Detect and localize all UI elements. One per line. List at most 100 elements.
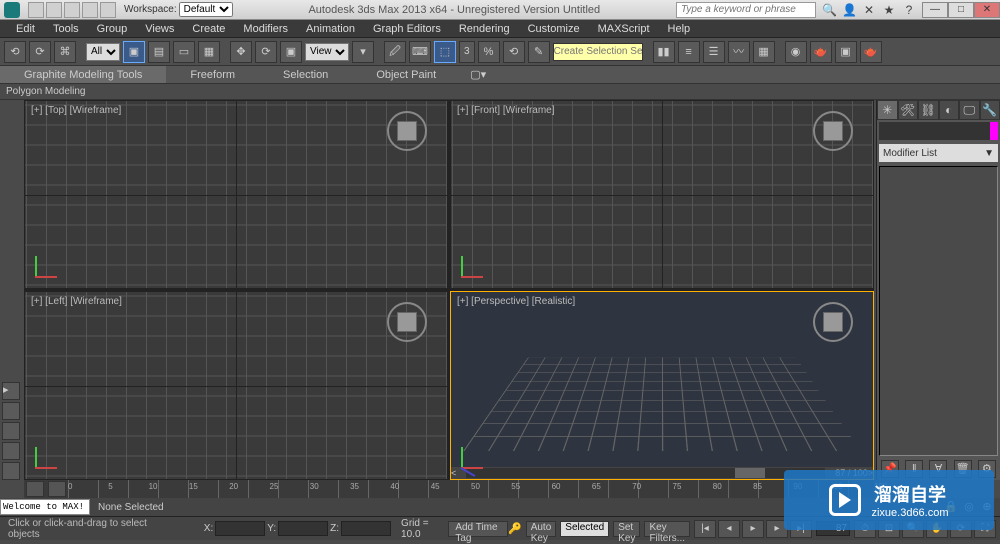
refcoord-select[interactable]: View [305, 43, 349, 61]
unlink-icon[interactable]: ⟳ [29, 41, 51, 63]
qat-save-icon[interactable] [64, 2, 80, 18]
autokey-button[interactable]: Auto Key [526, 521, 557, 537]
spinner-snap-icon[interactable]: ⟲ [503, 41, 525, 63]
goto-start-icon[interactable]: |◂ [694, 520, 716, 538]
utilities-tab-icon[interactable]: 🔧 [980, 100, 1000, 120]
viewcube-left[interactable] [387, 302, 427, 342]
viewport-top[interactable]: [+] [Top] [Wireframe] [24, 100, 448, 289]
viewcube-perspective[interactable] [813, 302, 853, 342]
window-crossing-icon[interactable]: ▦ [198, 41, 220, 63]
menu-create[interactable]: Create [184, 23, 233, 35]
manipulate-icon[interactable]: 🖉 [384, 41, 406, 63]
menu-help[interactable]: Help [660, 23, 699, 35]
keyboard-shortcut-icon[interactable]: ⌨ [409, 41, 431, 63]
signin-icon[interactable]: 👤 [842, 3, 856, 17]
z-input[interactable] [341, 521, 391, 536]
rotate-icon[interactable]: ⟳ [255, 41, 277, 63]
menu-grapheditors[interactable]: Graph Editors [365, 23, 449, 35]
viewcube-top[interactable] [387, 111, 427, 151]
maximize-button[interactable]: □ [948, 2, 974, 18]
percent-snap-icon[interactable]: % [478, 41, 500, 63]
menu-views[interactable]: Views [137, 23, 182, 35]
menu-modifiers[interactable]: Modifiers [235, 23, 296, 35]
menu-animation[interactable]: Animation [298, 23, 363, 35]
move-icon[interactable]: ✥ [230, 41, 252, 63]
render-frame-icon[interactable]: ▣ [835, 41, 857, 63]
qat-new-icon[interactable] [28, 2, 44, 18]
select-region-icon[interactable]: ▭ [173, 41, 195, 63]
viewport-label-left[interactable]: [+] [Left] [Wireframe] [31, 296, 122, 307]
render-icon[interactable]: 🫖 [860, 41, 882, 63]
menu-customize[interactable]: Customize [520, 23, 588, 35]
ribbon-panel-label[interactable]: Polygon Modeling [0, 84, 1000, 100]
viewport-label-top[interactable]: [+] [Top] [Wireframe] [31, 105, 121, 116]
viewport-label-perspective[interactable]: [+] [Perspective] [Realistic] [457, 296, 575, 307]
named-selection-input[interactable] [553, 43, 643, 61]
viewcube-front[interactable] [813, 111, 853, 151]
qat-undo-icon[interactable] [82, 2, 98, 18]
viewport-label-front[interactable]: [+] [Front] [Wireframe] [457, 105, 555, 116]
menu-maxscript[interactable]: MAXScript [590, 23, 658, 35]
ribbon-tab-freeform[interactable]: Freeform [166, 66, 259, 83]
motion-tab-icon[interactable]: ◐ [939, 100, 960, 120]
help-icon[interactable]: ? [902, 3, 916, 17]
ribbon-tab-selection[interactable]: Selection [259, 66, 352, 83]
pivot-icon[interactable]: ▾ [352, 41, 374, 63]
workspace-select[interactable]: Default [179, 2, 233, 17]
select-by-name-icon[interactable]: ▤ [148, 41, 170, 63]
close-button[interactable]: ✕ [974, 2, 1000, 18]
time-ruler[interactable]: 0510152025303540455055606570758085909510… [68, 480, 874, 498]
schematic-view-icon[interactable]: ▦ [753, 41, 775, 63]
setkey-button[interactable]: Set Key [613, 521, 640, 537]
hierarchy-tab-icon[interactable]: ⛓ [918, 100, 939, 120]
snap-toggle-icon[interactable]: ⬚ [434, 41, 456, 63]
qat-redo-icon[interactable] [100, 2, 116, 18]
angle-snap-icon[interactable]: 3 [459, 41, 475, 63]
edit-named-sel-icon[interactable]: ✎ [528, 41, 550, 63]
lock-icon[interactable]: 🔑 [508, 522, 522, 535]
timeslider-mini-icon[interactable] [26, 481, 44, 497]
ribbon-tab-graphite[interactable]: Graphite Modeling Tools [0, 66, 166, 83]
viewport-layout-1-icon[interactable] [2, 402, 20, 420]
object-name-field[interactable] [879, 122, 998, 140]
menu-rendering[interactable]: Rendering [451, 23, 518, 35]
keyfilters-button[interactable]: Key Filters... [644, 521, 690, 537]
align-icon[interactable]: ≡ [678, 41, 700, 63]
curve-editor-icon[interactable]: 〰 [728, 41, 750, 63]
command-expand-icon[interactable]: ▸ [2, 382, 20, 400]
viewport-layout-add-icon[interactable] [2, 462, 20, 480]
play-icon[interactable]: ▸ [742, 520, 764, 538]
maxscript-listener[interactable]: Welcome to MAX! [0, 499, 90, 515]
mirror-icon[interactable]: ▮▮ [653, 41, 675, 63]
create-tab-icon[interactable]: ✳ [877, 100, 898, 120]
time-slider[interactable]: 0510152025303540455055606570758085909510… [24, 480, 874, 498]
key-selected-button[interactable]: Selected [560, 521, 609, 537]
ribbon-collapse-icon[interactable]: ▢▾ [468, 68, 488, 81]
viewport-layout-3-icon[interactable] [2, 442, 20, 460]
viewport-perspective[interactable]: [+] [Perspective] [Realistic] < 87 / 100… [450, 291, 874, 480]
scale-icon[interactable]: ▣ [280, 41, 302, 63]
y-input[interactable] [278, 521, 328, 536]
viewport-layout-2-icon[interactable] [2, 422, 20, 440]
display-tab-icon[interactable]: 🖵 [959, 100, 980, 120]
minimize-button[interactable]: — [922, 2, 948, 18]
modify-tab-icon[interactable]: 🛠 [898, 100, 919, 120]
bind-icon[interactable]: ⌘ [54, 41, 76, 63]
qat-open-icon[interactable] [46, 2, 62, 18]
x-input[interactable] [215, 521, 265, 536]
help-search-input[interactable] [676, 2, 816, 18]
menu-group[interactable]: Group [89, 23, 136, 35]
infocenter-icon[interactable]: 🔍 [822, 3, 836, 17]
timeslider-open-icon[interactable] [48, 481, 66, 497]
modifier-stack[interactable] [879, 166, 998, 456]
select-object-icon[interactable]: ▣ [123, 41, 145, 63]
add-time-tag-button[interactable]: Add Time Tag [448, 521, 508, 537]
material-editor-icon[interactable]: ◉ [785, 41, 807, 63]
menu-edit[interactable]: Edit [8, 23, 43, 35]
viewport-front[interactable]: [+] [Front] [Wireframe] [450, 100, 874, 289]
render-setup-icon[interactable]: 🫖 [810, 41, 832, 63]
menu-tools[interactable]: Tools [45, 23, 87, 35]
link-icon[interactable]: ⟲ [4, 41, 26, 63]
layers-icon[interactable]: ☰ [703, 41, 725, 63]
favorites-icon[interactable]: ★ [882, 3, 896, 17]
